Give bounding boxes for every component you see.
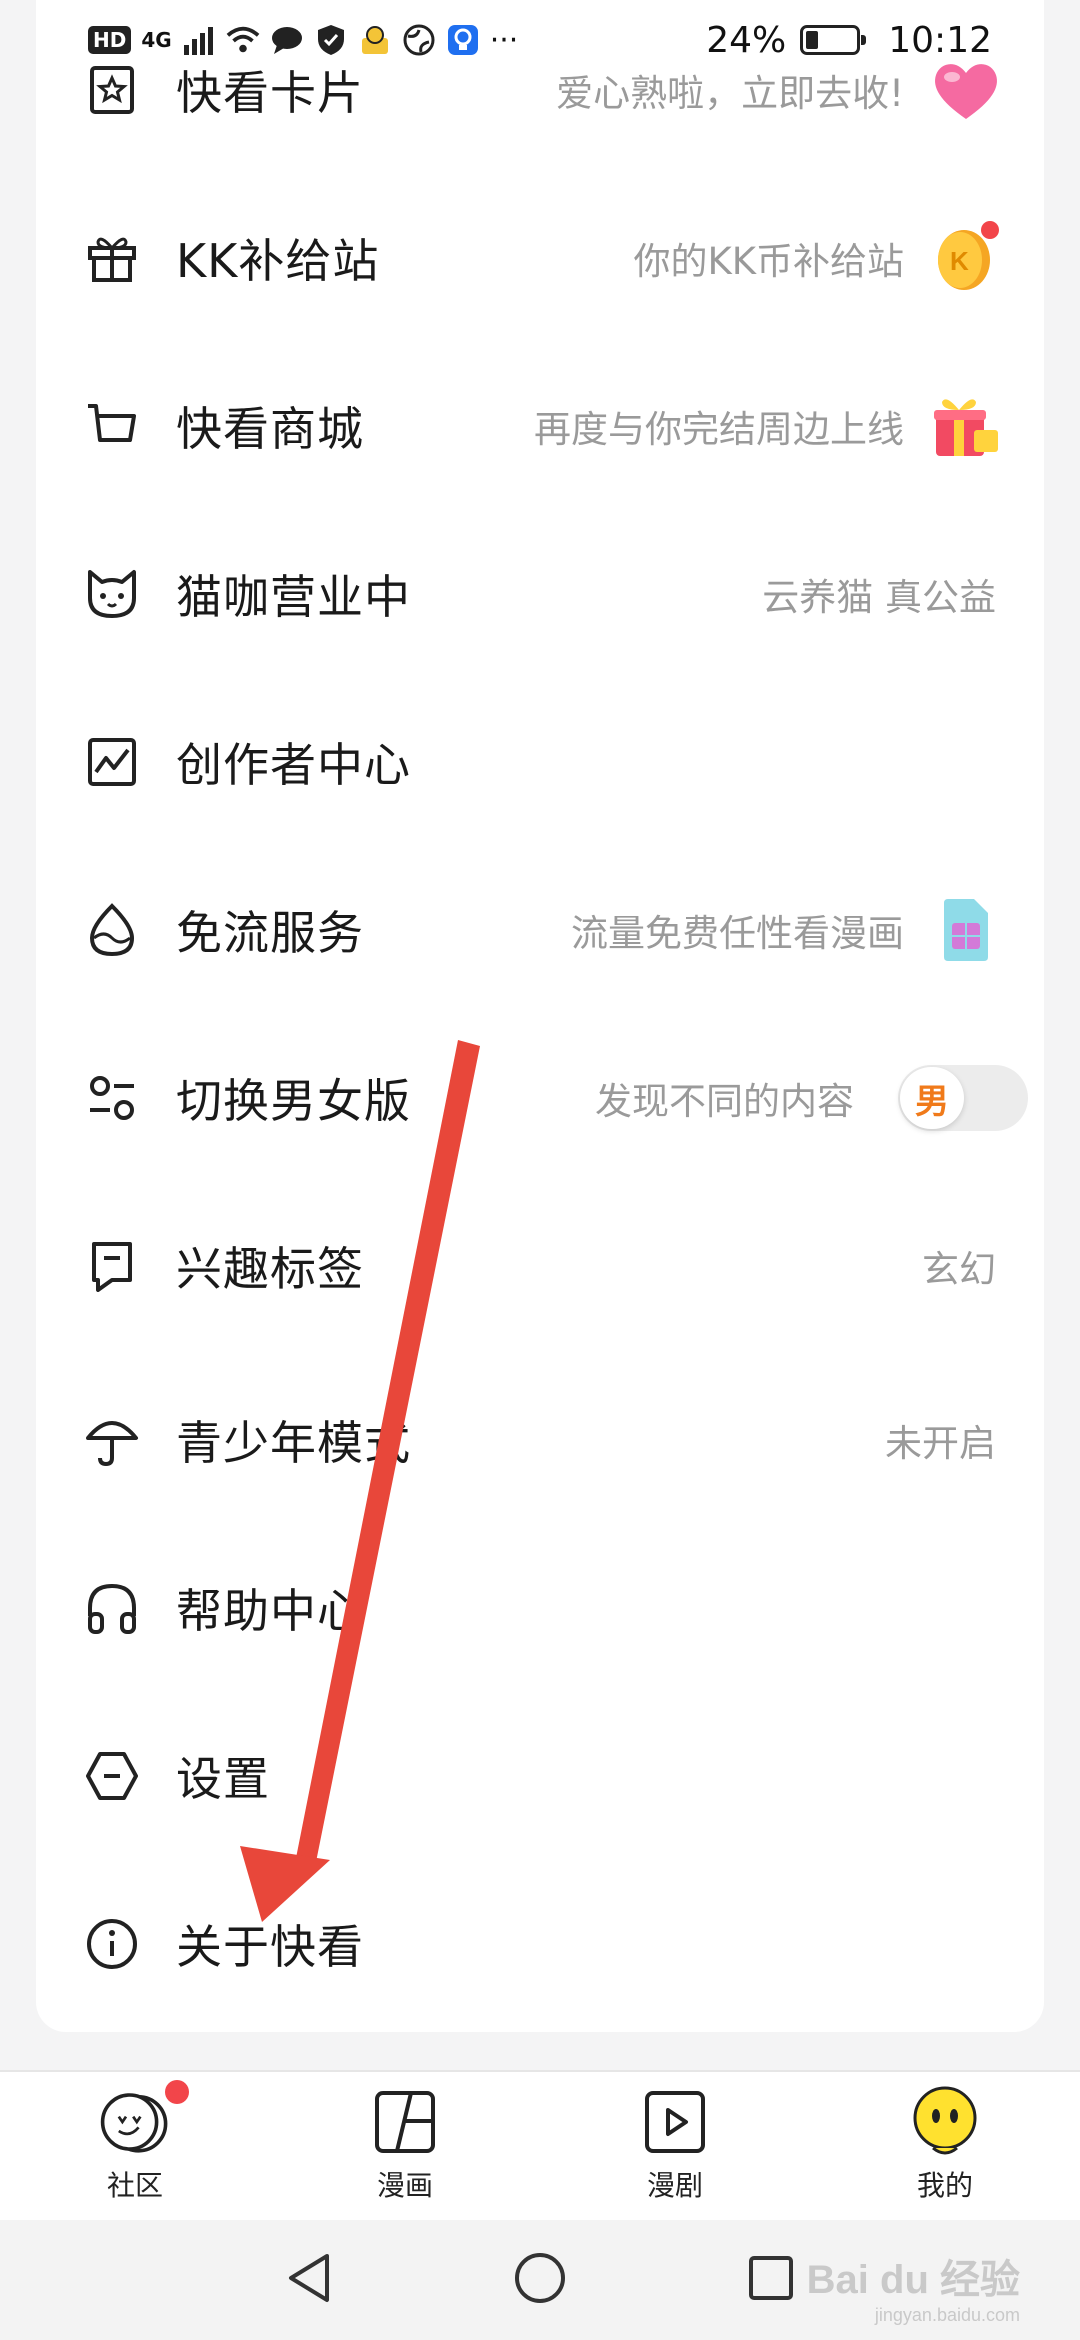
tab-label: 社区 [106,2169,163,2202]
menu-hint: 你的KK币补给站 [633,240,904,283]
community-notification-dot [165,2080,189,2104]
svg-text:K: K [950,246,969,276]
menu-item-cat-cafe[interactable]: 猫咖营业中 云养猫 真公益 [36,510,1044,678]
tab-community[interactable]: 社区 [0,2072,270,2220]
menu-label: 创作者中心 [176,738,411,792]
menu-item-free-data[interactable]: 免流服务 流量免费任性看漫画 [36,846,1044,1014]
bottom-tab-bar: 社区 漫画 漫剧 我的 [0,2070,1080,2220]
menu-label: 青少年模式 [176,1416,411,1470]
back-nav-icon[interactable] [285,2252,333,2308]
headphones-icon [84,1580,140,1636]
umbrella-icon [84,1412,140,1468]
baidu-watermark: Bai du 经验 jingyan.baidu.com [807,2247,1020,2326]
battery-percent: 24% [706,19,787,61]
menu-label: 猫咖营业中 [176,570,411,624]
tab-label: 我的 [916,2169,973,2202]
tag-icon [84,1238,140,1294]
hd-badge: HD [88,26,132,54]
coin-icon: K [928,220,1004,296]
menu-hint: 未开启 [885,1422,996,1465]
network-label: 4G [141,28,172,52]
tab-comic-drama[interactable]: 漫剧 [540,2072,810,2220]
comic-icon [369,2086,441,2158]
community-icon [99,2080,189,2158]
menu-item-help-center[interactable]: 帮助中心 [36,1524,1044,1692]
menu-item-about[interactable]: 关于快看 [36,1860,1044,2028]
menu-item-shop[interactable]: 快看商城 再度与你完结周边上线 [36,342,1044,510]
system-nav-bar: Bai du 经验 jingyan.baidu.com [0,2220,1080,2340]
sim-card-icon [928,892,1004,968]
watermark-text: Bai du 经验 [806,2258,1020,2302]
settings-icon [84,1748,140,1804]
wifi-icon [226,23,260,57]
menu-hint: 流量免费任性看漫画 [571,912,904,955]
profile-face-icon [909,2086,981,2158]
tab-comic[interactable]: 漫画 [270,2072,540,2220]
menu-hint: 云养猫 真公益 [762,576,996,619]
present-icon [928,388,1004,464]
gift-icon [84,230,140,286]
more-status-icons: ··· [489,22,519,58]
tab-label: 漫剧 [646,2169,703,2202]
menu-hint: 发现不同的内容 [595,1080,854,1123]
menu-label: 切换男女版 [176,1074,411,1128]
message-icon [270,23,304,57]
tab-label: 漫画 [376,2169,433,2202]
play-icon [639,2086,711,2158]
menu-hint: 玄幻 [922,1248,996,1291]
menu-item-interest-tags[interactable]: 兴趣标签 玄幻 [36,1182,1044,1350]
chart-icon [84,734,140,790]
info-icon [84,1916,140,1972]
status-bar: HD 4G ··· 24% 10:12 [0,0,1080,80]
menu-item-settings[interactable]: 设置 [36,1692,1044,1860]
battery-icon [800,25,867,55]
menu-item-kk-supply[interactable]: KK补给站 你的KK币补给站 K [36,174,1044,342]
cat-icon [84,566,140,622]
menu-label: 免流服务 [176,906,364,960]
bulb-app-icon [446,23,480,57]
gender-toggle[interactable]: 男 [898,1065,1028,1131]
menu-label: 快看商城 [176,402,364,456]
menu-label: 关于快看 [176,1920,364,1974]
app-notification-icon [358,23,392,57]
tab-mine[interactable]: 我的 [810,2072,1080,2220]
gender-toggle-knob: 男 [900,1067,964,1129]
recents-nav-icon[interactable] [747,2254,795,2306]
menu-label: 设置 [176,1752,270,1806]
cart-icon [84,398,140,454]
clock: 10:12 [888,19,992,61]
switch-icon [84,1070,140,1126]
signal-icon [182,23,216,57]
shield-icon [314,23,348,57]
menu-item-switch-gender[interactable]: 切换男女版 发现不同的内容 男 [36,1014,1044,1182]
menu-label: 帮助中心 [176,1584,364,1638]
menu-item-teen-mode[interactable]: 青少年模式 未开启 [36,1356,1044,1524]
menu-label: 兴趣标签 [176,1242,364,1296]
drop-icon [84,902,140,958]
watermark-sub: jingyan.baidu.com [874,2305,1020,2325]
menu-item-creator-center[interactable]: 创作者中心 [36,678,1044,846]
home-nav-icon[interactable] [513,2251,567,2309]
menu-hint: 再度与你完结周边上线 [534,408,904,451]
menu-label: KK补给站 [176,234,380,288]
globe-icon [402,23,436,57]
